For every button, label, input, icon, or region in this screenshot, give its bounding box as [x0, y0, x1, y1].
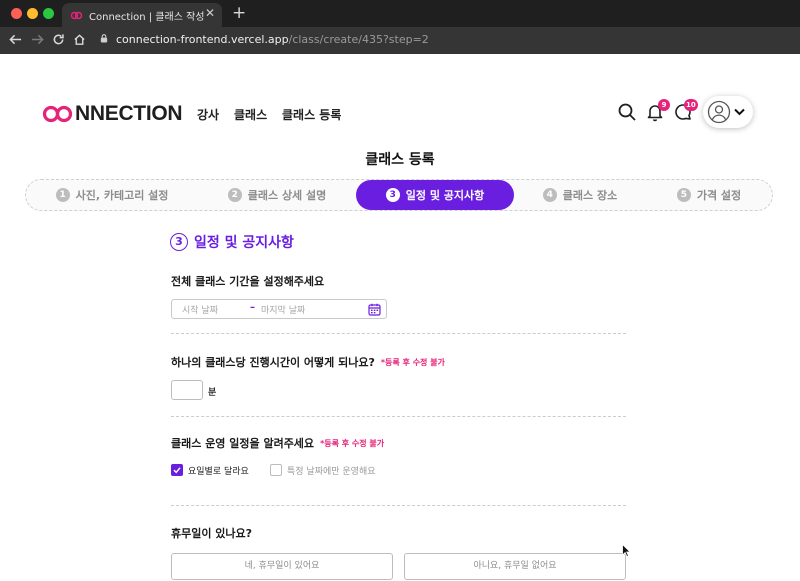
step-label: 클래스 상세 설명 [247, 189, 327, 202]
step-progress-bar: 1 사진, 카테고리 설정 2 클래스 상세 설명 3 일정 및 공지사항 4 … [25, 179, 773, 211]
url-text: connection-frontend.vercel.app/class/cre… [116, 33, 429, 46]
home-icon[interactable] [73, 33, 86, 46]
period-question: 전체 클래스 기간을 설정해주세요 [171, 275, 325, 288]
page-title: 클래스 등록 [365, 152, 435, 168]
browser-tab[interactable]: Connection | 클래스 작성 ✕ [62, 3, 222, 27]
step-label: 일정 및 공지사항 [405, 189, 485, 202]
step-number: 4 [542, 188, 557, 202]
step-number: 5 [676, 188, 691, 202]
section-divider [171, 505, 626, 506]
step-5[interactable]: 5 가격 설정 [646, 180, 772, 210]
connection-favicon-icon [70, 11, 83, 19]
end-date-field[interactable]: 마지막 날짜 [261, 303, 305, 316]
notification-badge: 9 [658, 99, 670, 111]
step-2[interactable]: 2 클래스 상세 설명 [198, 180, 356, 210]
duration-question: 하나의 클래스당 진행시간이 어떻게 되나요? *등록 후 수정 불가 [171, 354, 445, 370]
forward-arrow-icon[interactable] [31, 33, 44, 46]
mouse-cursor-icon [622, 544, 631, 557]
check-icon [173, 467, 181, 474]
edit-locked-note: *등록 후 수정 불가 [320, 439, 385, 448]
step-1[interactable]: 1 사진, 카테고리 설정 [26, 180, 198, 210]
step-label: 가격 설정 [696, 189, 742, 202]
url-host: connection-frontend.vercel.app [116, 33, 289, 46]
date-separator: – [250, 302, 255, 313]
section-number: 3 [170, 233, 188, 251]
section-title: 일정 및 공지사항 [194, 235, 294, 251]
nav-class-register[interactable]: 클래스 등록 [282, 106, 341, 123]
back-arrow-icon[interactable] [9, 33, 22, 46]
page: NNECTION 강사 클래스 클래스 등록 9 10 클래스 등록 1 사진,… [0, 54, 800, 581]
schedule-question: 클래스 운영 일정을 알려주세요 *등록 후 수정 불가 [171, 435, 384, 451]
step-label: 클래스 장소 [562, 189, 618, 202]
schedule-question-text: 클래스 운영 일정을 알려주세요 [171, 437, 315, 450]
no-holiday-button[interactable]: 아니요, 휴무일 없어요 [404, 553, 626, 580]
profile-menu-button[interactable] [703, 96, 753, 128]
chevron-down-icon [734, 108, 745, 116]
duration-question-text: 하나의 클래스당 진행시간이 어떻게 되나요? [171, 356, 375, 369]
duration-minutes-input[interactable] [171, 380, 203, 400]
nav-class[interactable]: 클래스 [234, 106, 267, 123]
connection-logo[interactable]: NNECTION [42, 102, 183, 126]
user-avatar-icon [707, 100, 731, 124]
nav-instructor[interactable]: 강사 [197, 106, 219, 123]
step-number: 3 [385, 188, 400, 202]
step-number: 1 [55, 188, 70, 202]
start-date-field[interactable]: 시작 날짜 [182, 303, 218, 316]
lock-icon [100, 34, 108, 43]
section-divider [171, 416, 626, 417]
specific-dates-label[interactable]: 특정 날짜에만 운영해요 [287, 464, 376, 477]
step-label: 사진, 카테고리 설정 [75, 189, 169, 202]
date-range-picker[interactable]: 시작 날짜 – 마지막 날짜 [171, 299, 387, 319]
tab-title: Connection | 클래스 작성 [89, 11, 205, 23]
step-4[interactable]: 4 클래스 장소 [514, 180, 646, 210]
maximize-window-button[interactable] [43, 8, 54, 19]
new-tab-button[interactable]: + [232, 3, 246, 23]
weekday-schedule-label[interactable]: 요일별로 달라요 [188, 464, 249, 477]
minimize-window-button[interactable] [27, 8, 38, 19]
url-path: /class/create/435?step=2 [288, 33, 429, 46]
step-number: 2 [227, 188, 242, 202]
logo-text: NNECTION [75, 102, 183, 125]
reload-icon[interactable] [52, 33, 65, 46]
tab-close-icon[interactable]: ✕ [205, 6, 215, 20]
browser-toolbar: connection-frontend.vercel.app/class/cre… [0, 27, 800, 54]
logo-mark-icon [42, 105, 73, 123]
section-divider [171, 333, 626, 334]
step-3[interactable]: 3 일정 및 공지사항 [356, 180, 514, 210]
specific-dates-checkbox[interactable] [270, 464, 282, 476]
address-bar[interactable]: connection-frontend.vercel.app/class/cre… [94, 30, 794, 51]
weekday-schedule-checkbox[interactable] [171, 464, 183, 476]
close-window-button[interactable] [11, 8, 22, 19]
section-heading: 3 일정 및 공지사항 [170, 232, 294, 252]
minutes-unit-label: 분 [208, 388, 217, 398]
browser-tab-bar: Connection | 클래스 작성 ✕ + [0, 0, 800, 27]
edit-locked-note: *등록 후 수정 불가 [380, 358, 445, 367]
calendar-icon[interactable] [368, 303, 381, 316]
has-holiday-button[interactable]: 네, 휴무일이 있어요 [171, 553, 393, 580]
holiday-question: 휴무일이 있나요? [171, 527, 253, 540]
search-icon[interactable] [617, 102, 637, 122]
message-badge: 10 [684, 99, 698, 111]
